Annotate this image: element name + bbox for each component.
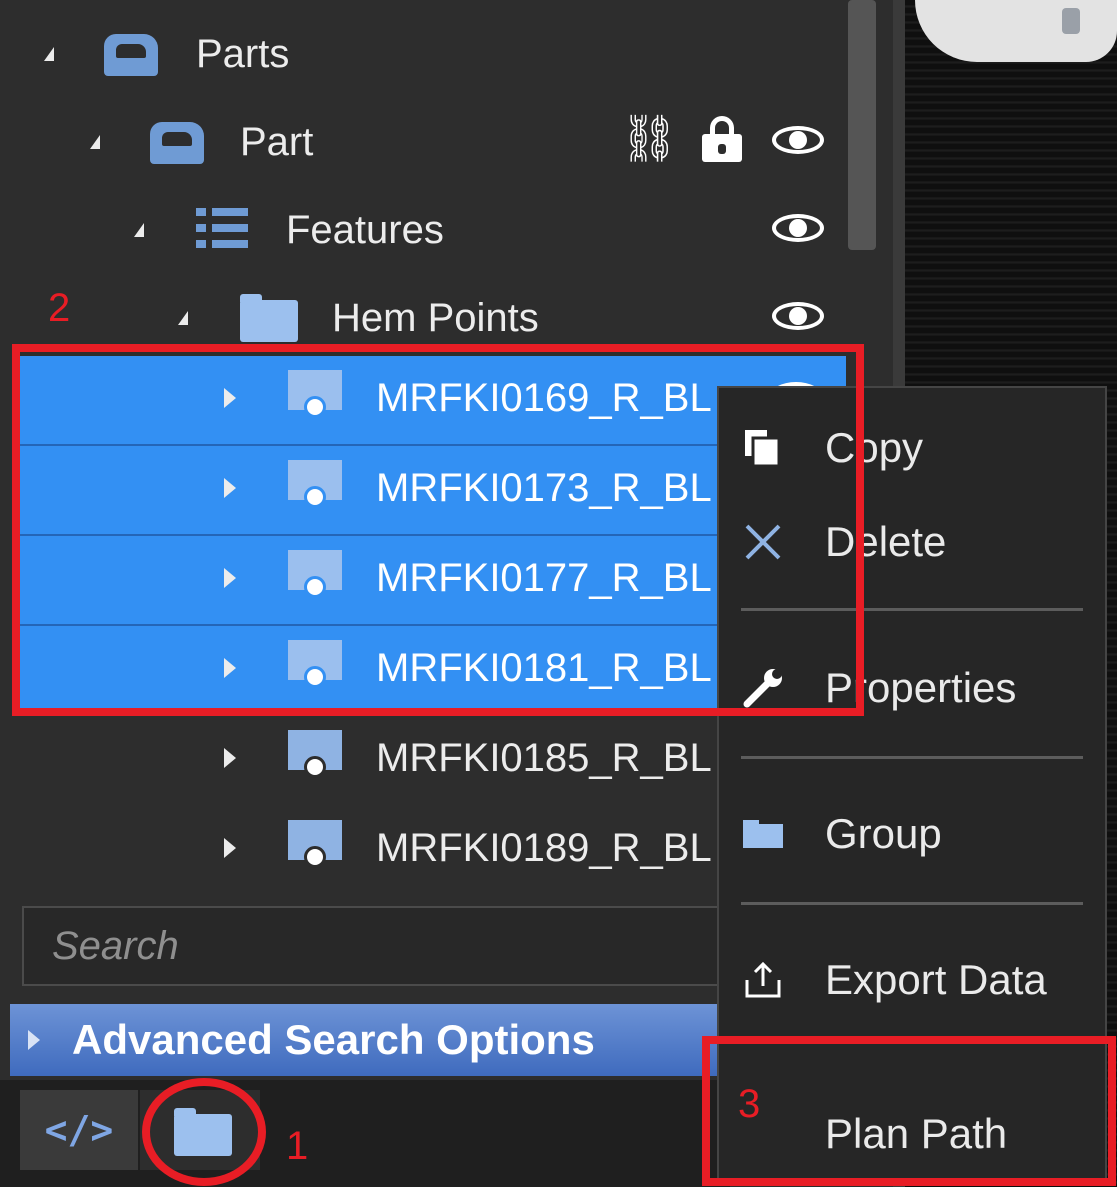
tree-row-features[interactable]: Features (0, 186, 848, 274)
annotation-number-2: 2 (48, 286, 71, 330)
menu-item-export-data[interactable]: Export Data (719, 940, 1105, 1020)
export-icon (745, 961, 781, 998)
parts-icon (104, 34, 158, 76)
expand-arrow-icon[interactable] (224, 748, 236, 768)
annotation-box-selection (12, 344, 864, 716)
viewport-model-detail (1062, 8, 1080, 34)
menu-item-label: Group (825, 810, 942, 857)
folder-icon (240, 294, 298, 342)
visibility-eye-icon[interactable] (772, 210, 828, 246)
tree-item-label: Hem Points (332, 296, 539, 340)
tree-item-label: MRFKI0189_R_BL (376, 826, 712, 870)
menu-item-group[interactable]: Group (719, 794, 1105, 874)
menu-separator (741, 756, 1083, 759)
tree-row-parts[interactable]: Parts (0, 10, 848, 98)
code-tab-icon[interactable]: </> (20, 1090, 138, 1170)
expand-arrow-icon[interactable] (224, 838, 236, 858)
annotation-circle-folder-tab (142, 1078, 266, 1186)
hem-point-icon (288, 730, 342, 780)
lock-icon[interactable] (702, 116, 742, 162)
tree-item-label: MRFKI0185_R_BL (376, 736, 712, 780)
tree-item-label: Features (286, 208, 444, 252)
search-input[interactable] (24, 908, 720, 984)
visibility-eye-icon[interactable] (772, 122, 828, 158)
viewport-model (915, 0, 1117, 62)
visibility-eye-icon[interactable] (772, 298, 828, 334)
menu-item-label: Export Data (825, 956, 1047, 1003)
advanced-search-label: Advanced Search Options (72, 1016, 595, 1063)
collapse-arrow-icon[interactable] (134, 223, 144, 237)
search-field[interactable] (22, 906, 722, 986)
tree-item-label: Part (240, 120, 314, 164)
menu-separator (741, 902, 1083, 905)
tree-scrollbar[interactable] (848, 0, 876, 250)
features-list-icon (196, 208, 248, 248)
collapse-arrow-icon[interactable] (90, 135, 100, 149)
expand-arrow-icon (28, 1030, 40, 1050)
hem-point-icon (288, 820, 342, 870)
folder-icon (743, 820, 783, 848)
collapse-arrow-icon[interactable] (44, 47, 54, 61)
tree-item-label: Parts (196, 32, 290, 76)
link-icon[interactable]: ⛓ (620, 114, 678, 162)
annotation-number-1: 1 (286, 1124, 309, 1168)
part-icon (150, 122, 204, 164)
annotation-number-3: 3 (738, 1082, 761, 1126)
advanced-search-header[interactable]: Advanced Search Options (10, 1004, 730, 1076)
tree-row-part[interactable]: Part ⛓ (0, 98, 848, 186)
annotation-box-plan-path (702, 1036, 1116, 1186)
collapse-arrow-icon[interactable] (178, 311, 188, 325)
